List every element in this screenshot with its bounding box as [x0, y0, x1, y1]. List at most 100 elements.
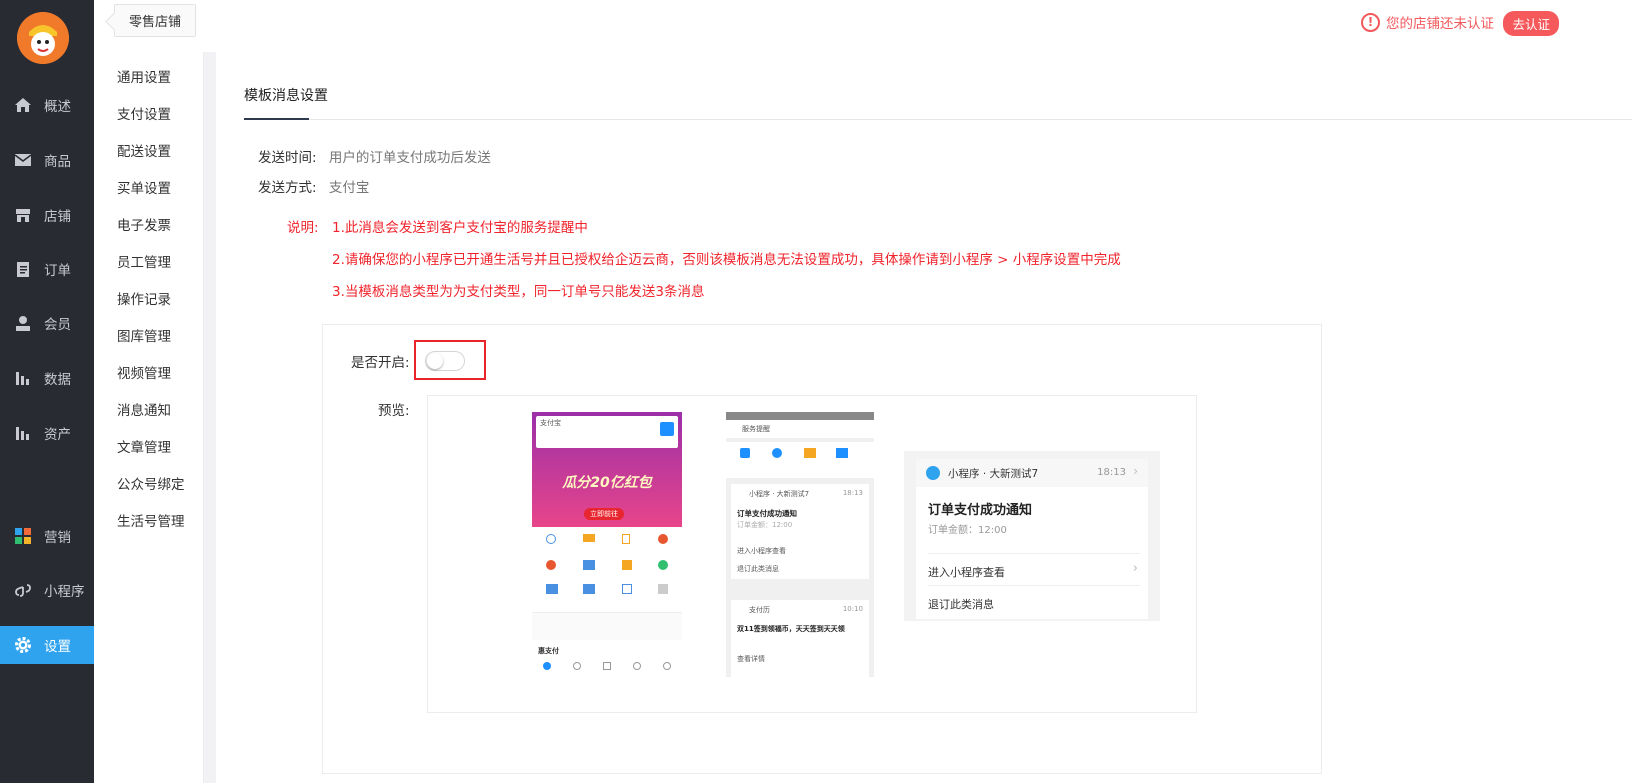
send-time-label: 发送时间:	[258, 150, 317, 166]
store-icon	[16, 209, 30, 222]
send-method-label: 发送方式:	[258, 180, 317, 196]
msg-amount: 订单金额：12:00	[737, 521, 793, 529]
nav-item-label: 店铺	[44, 209, 71, 225]
nav-item-miniprogram[interactable]: 小程序	[0, 571, 94, 609]
brand-logo[interactable]	[17, 12, 69, 64]
submenu-item[interactable]: 员工管理	[117, 251, 171, 271]
banner-button: 立即前往	[584, 508, 624, 520]
nav-item-label: 数据	[44, 372, 71, 388]
submenu-item[interactable]: 配送设置	[117, 140, 171, 160]
msg-unsub: 退订此类消息	[737, 565, 779, 573]
msg-sender: 小程序 · 大新测试7	[749, 490, 810, 498]
apps-icon	[15, 528, 31, 544]
clipboard-icon	[17, 262, 29, 277]
bar-chart-icon	[16, 372, 29, 385]
submenu-item[interactable]: 买单设置	[117, 177, 171, 197]
nav-item-settings[interactable]: 设置	[0, 626, 94, 664]
tab-bar: 模板消息设置	[244, 78, 1632, 120]
service-header-title: 服务提醒	[742, 425, 770, 433]
link-icon	[15, 584, 31, 597]
notice-amount: 订单金额：12:00	[928, 525, 1007, 536]
certify-button[interactable]: 去认证	[1503, 11, 1559, 36]
top-bar: 零售店铺 ! 您的店铺还未认证 去认证	[94, 0, 1632, 52]
notice-link: 进入小程序查看	[928, 566, 1005, 579]
notice-card: 小程序 · 大新测试7 18:13 › 订单支付成功通知 订单金额：12:00 …	[916, 459, 1148, 619]
submenu-item[interactable]: 图库管理	[117, 325, 171, 345]
preview-notice-enlarged: 小程序 · 大新测试7 18:13 › 订单支付成功通知 订单金额：12:00 …	[904, 451, 1160, 621]
msg2-sender: 支付历	[749, 606, 770, 614]
nav-item-marketing[interactable]: 营销	[0, 517, 94, 555]
msg-link: 进入小程序查看	[737, 547, 786, 555]
nav-item-members[interactable]: 会员	[0, 304, 94, 342]
note-line-1: 1.此消息会发送到客户支付宝的服务提醒中	[332, 220, 588, 236]
tab-template-message[interactable]: 模板消息设置	[244, 78, 328, 120]
status-bar	[726, 412, 874, 420]
nav-item-label: 订单	[44, 263, 71, 279]
enable-label: 是否开启:	[351, 355, 410, 371]
submenu-item[interactable]: 生活号管理	[117, 510, 185, 530]
send-method-row: 发送方式: 支付宝	[258, 176, 369, 196]
submenu-item[interactable]: 支付设置	[117, 103, 171, 123]
service-shortcuts	[726, 442, 874, 478]
notice-sender: 小程序 · 大新测试7	[948, 468, 1039, 480]
message-strip	[532, 612, 682, 640]
bottom-title: 惠支付	[538, 647, 559, 655]
submenu-item[interactable]: 通用设置	[117, 66, 171, 86]
nav-item-label: 会员	[44, 317, 71, 333]
app-name: 支付宝	[540, 419, 561, 427]
alipay-icon	[660, 422, 674, 436]
app-root: 概述 商品 店铺 订单 会员 数据 资产 营销 小程序 设置 零售店铺 ! 您的…	[0, 0, 1632, 783]
nav-item-label: 设置	[44, 639, 71, 655]
warning-icon: !	[1361, 12, 1380, 32]
submenu-item[interactable]: 视频管理	[117, 362, 171, 382]
nav-item-goods[interactable]: 商品	[0, 141, 94, 179]
certification-warning: ! 您的店铺还未认证	[1361, 12, 1494, 32]
miniprogram-icon	[926, 466, 940, 480]
note-label: 说明:	[287, 220, 319, 236]
preview-label: 预览:	[378, 403, 410, 419]
nav-item-label: 商品	[44, 154, 71, 170]
tab-bar-icons	[532, 662, 682, 677]
app-grid	[538, 532, 676, 602]
notice-header: 小程序 · 大新测试7 18:13 ›	[916, 459, 1148, 487]
toggle-highlight	[414, 340, 486, 380]
send-time-row: 发送时间: 用户的订单支付成功后发送	[258, 146, 491, 166]
send-method-value: 支付宝	[328, 180, 370, 196]
submenu-item[interactable]: 操作记录	[117, 288, 171, 308]
main-nav: 概述 商品 店铺 订单 会员 数据 资产 营销 小程序 设置	[0, 0, 94, 783]
notification-popup: 支付宝	[536, 416, 678, 448]
note-line-2: 2.请确保您的小程序已开通生活号并且已授权给企迈云商，否则该模板消息无法设置成功…	[332, 252, 1121, 268]
chevron-right-icon: ›	[1133, 464, 1138, 478]
banner-title: 瓜分20亿红包	[562, 475, 652, 491]
submenu-item[interactable]: 公众号绑定	[117, 473, 185, 493]
nav-item-overview[interactable]: 概述	[0, 86, 94, 124]
user-icon	[16, 316, 30, 331]
preview-image: 支付宝 瓜分20亿红包 立即前往 惠支付 服务提醒 小程序 · 大新测试7 18…	[427, 395, 1197, 713]
bar-chart-icon	[16, 427, 29, 440]
store-name-tag[interactable]: 零售店铺	[114, 4, 197, 37]
nav-item-label: 小程序	[44, 584, 85, 600]
note-line-3: 3.当模板消息类型为为支付类型，同一订单号只能发送3条消息	[332, 284, 705, 300]
preview-phone-alipay: 支付宝 瓜分20亿红包 立即前往 惠支付	[532, 412, 682, 677]
notice-time: 18:13	[1097, 467, 1126, 478]
nav-item-orders[interactable]: 订单	[0, 250, 94, 288]
nav-item-store[interactable]: 店铺	[0, 196, 94, 234]
mail-icon	[14, 154, 32, 166]
service-message-card-2: 支付历 10:10 双11签到领福币，天天签到天天领 查看详情	[731, 600, 869, 677]
chevron-right-icon: ›	[1132, 561, 1138, 576]
preview-phone-service: 服务提醒 小程序 · 大新测试7 18:13 订单支付成功通知 订单金额：12:…	[726, 412, 874, 677]
submenu-item[interactable]: 文章管理	[117, 436, 171, 456]
settings-submenu: 通用设置 支付设置 配送设置 买单设置 电子发票 员工管理 操作记录 图库管理 …	[94, 52, 204, 783]
nav-item-label: 资产	[44, 427, 71, 443]
notice-unsub: 退订此类消息	[928, 598, 994, 611]
enable-toggle[interactable]	[425, 351, 465, 371]
nav-item-label: 营销	[44, 530, 71, 546]
nav-item-label: 概述	[44, 99, 71, 115]
home-icon	[15, 98, 31, 112]
send-time-value: 用户的订单支付成功后发送	[328, 150, 491, 166]
submenu-item[interactable]: 电子发票	[117, 214, 171, 234]
nav-item-data[interactable]: 数据	[0, 359, 94, 397]
submenu-item[interactable]: 消息通知	[117, 399, 171, 419]
msg-title: 订单支付成功通知	[737, 509, 797, 518]
nav-item-assets[interactable]: 资产	[0, 414, 94, 452]
